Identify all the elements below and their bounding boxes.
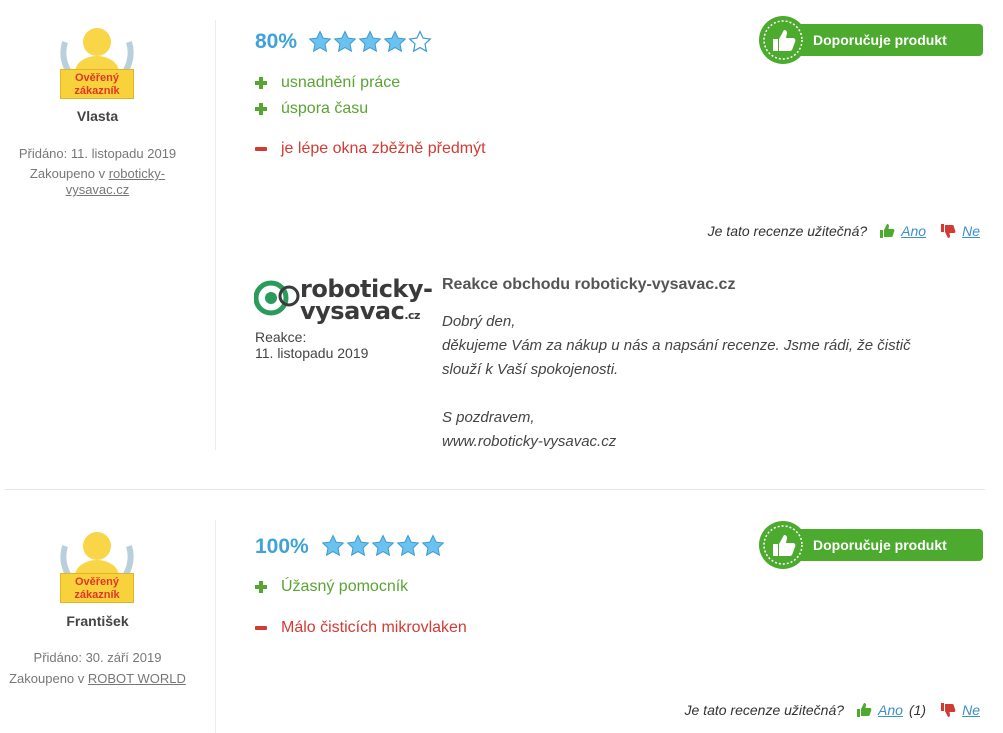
reply-line: S pozdravem, (442, 409, 535, 426)
minus-icon (255, 147, 267, 151)
pro-text: Úžasný pomocník (281, 578, 409, 595)
added-date: Přidáno: 11. listopadu 2019 (18, 146, 177, 161)
column-divider (215, 20, 216, 450)
review-separator (5, 489, 985, 490)
pro-item: úspora času (255, 100, 368, 118)
purchased-prefix: Zakoupeno v (29, 166, 109, 181)
vote-no-link[interactable]: Ne (962, 223, 980, 239)
reply-line: slouží k Vaší spokojenosti. (442, 361, 619, 378)
star-icon (346, 534, 370, 557)
badge-label: Ověřený zákazník (60, 573, 134, 603)
vote-yes-link[interactable]: Ano (878, 702, 903, 718)
reply-line: www.roboticky-vysavac.cz (442, 433, 617, 450)
purchased-prefix: Zakoupeno v (9, 671, 88, 686)
helpful-question: Je tato recenze užitečná? (684, 702, 845, 718)
rating-percent: 80% (255, 30, 298, 53)
column-divider (215, 520, 216, 733)
pro-item: usnadnění práce (255, 74, 400, 92)
recommend-seal-icon (759, 16, 807, 64)
plus-icon (255, 77, 267, 89)
author-name: František (66, 613, 129, 629)
purchased-info: Zakoupeno v roboticky-vysavac.cz (0, 166, 195, 198)
reply-title: Reakce obchodu roboticky-vysavac.cz (442, 276, 736, 293)
verified-customer-badge: Ověřený zákazník (57, 22, 137, 104)
reply-line: Dobrý den, (442, 313, 516, 330)
pro-text: úspora času (281, 100, 369, 117)
star-icon (396, 534, 420, 557)
pro-text: usnadnění práce (281, 74, 401, 91)
shop-logo: roboticky- vysavac.cz (254, 277, 433, 328)
shop-logo-icon (254, 280, 300, 316)
author-name: Vlasta (76, 108, 119, 124)
recommend-badge: Doporučuje produkt (758, 520, 984, 570)
shop-logo-line2: vysavac (300, 297, 405, 325)
reply-body: Dobrý den, děkujeme Vám za nákup u nás a… (442, 310, 982, 454)
reply-label: Reakce: (255, 329, 307, 345)
recommend-label: Doporučuje produkt (778, 529, 983, 561)
shop-link[interactable]: ROBOT WORLD (88, 671, 186, 686)
star-icon (308, 30, 332, 53)
recommend-seal-icon (759, 521, 807, 569)
vote-no-link[interactable]: Ne (962, 702, 980, 718)
verified-customer-badge: Ověřený zákazník (57, 526, 137, 608)
pro-item: Úžasný pomocník (255, 578, 408, 596)
helpful-vote: Je tato recenze užitečná? Ano Ne (708, 223, 980, 239)
rating-percent: 100% (255, 535, 309, 558)
plus-icon (255, 103, 267, 115)
shop-logo-tld: .cz (404, 309, 420, 322)
star-icon (358, 30, 382, 53)
thumb-up-icon[interactable] (879, 223, 895, 239)
minus-icon (255, 626, 267, 630)
rating-stars (321, 534, 445, 558)
con-item: Málo čisticích mikrovlaken (255, 619, 467, 637)
con-text: je lépe okna zběžně předmýt (281, 140, 486, 157)
recommend-badge: Doporučuje produkt (758, 15, 984, 65)
recommend-label: Doporučuje produkt (778, 24, 983, 56)
shop-logo-text: roboticky- vysavac.cz (300, 277, 433, 327)
con-text: Málo čisticích mikrovlaken (281, 619, 467, 636)
con-item: je lépe okna zběžně předmýt (255, 140, 486, 158)
star-icon (321, 534, 345, 557)
purchased-info: Zakoupeno v ROBOT WORLD (0, 671, 195, 687)
star-empty-icon (408, 30, 432, 53)
reply-line (442, 382, 982, 406)
reply-date: 11. listopadu 2019 (255, 345, 369, 361)
review-card: Ověřený zákazník Vlasta Přidáno: 11. lis… (0, 0, 1003, 470)
vote-yes-count: (1) (908, 702, 927, 718)
added-date: Přidáno: 30. září 2019 (33, 650, 162, 665)
star-icon (421, 534, 445, 557)
thumb-down-icon[interactable] (940, 223, 956, 239)
star-icon (383, 30, 407, 53)
reply-meta: Reakce: 11. listopadu 2019 (255, 329, 368, 361)
thumb-up-icon[interactable] (856, 702, 872, 718)
plus-icon (255, 581, 267, 593)
reply-line: děkujeme Vám za nákup u nás a napsání re… (442, 337, 911, 354)
review-card: Ověřený zákazník František Přidáno: 30. … (0, 505, 1003, 733)
star-icon (333, 30, 357, 53)
thumb-down-icon[interactable] (940, 702, 956, 718)
vote-yes-link[interactable]: Ano (901, 223, 926, 239)
badge-label: Ověřený zákazník (60, 69, 134, 99)
rating-stars (308, 30, 432, 54)
helpful-vote: Je tato recenze užitečná? Ano (1) Ne (685, 702, 981, 718)
star-icon (371, 534, 395, 557)
helpful-question: Je tato recenze užitečná? (707, 223, 868, 239)
